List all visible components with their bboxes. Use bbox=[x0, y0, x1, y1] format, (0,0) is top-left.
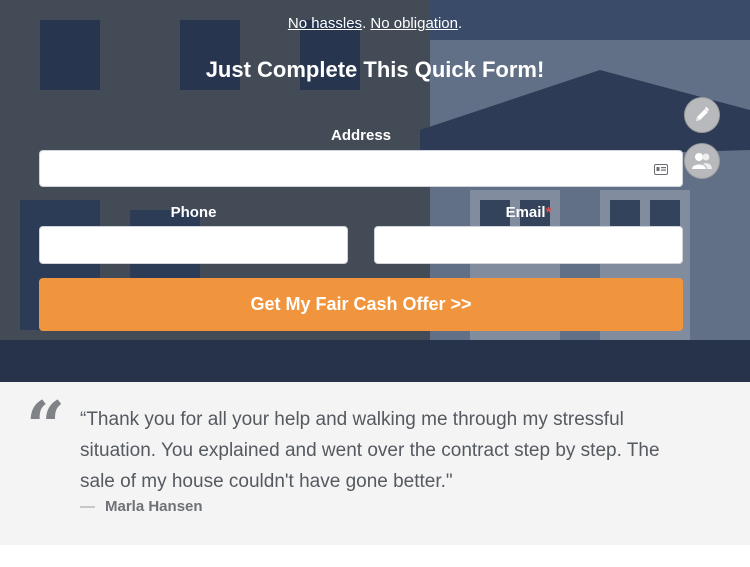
contact-card-icon[interactable] bbox=[654, 164, 668, 175]
email-label-text: Email bbox=[505, 204, 546, 221]
author-name: Marla Hansen bbox=[105, 498, 203, 515]
required-mark: * bbox=[545, 204, 552, 221]
phone-field-wrapper bbox=[39, 226, 348, 264]
address-label: Address bbox=[330, 127, 392, 144]
tagline-end: . bbox=[457, 15, 463, 32]
users-button[interactable] bbox=[684, 143, 720, 179]
no-obligation-link[interactable]: No obligation bbox=[370, 15, 458, 32]
phone-label: Phone bbox=[170, 204, 217, 221]
get-cash-offer-button[interactable]: Get My Fair Cash Offer >> bbox=[39, 278, 683, 331]
email-input[interactable] bbox=[375, 227, 682, 263]
users-icon bbox=[692, 153, 712, 169]
email-field-wrapper bbox=[374, 226, 683, 264]
quote-mark-icon: “ bbox=[26, 387, 66, 467]
phone-input[interactable] bbox=[40, 227, 347, 263]
email-label: Email* bbox=[374, 204, 683, 221]
testimonial-text: “Thank you for all your help and walking… bbox=[80, 409, 660, 492]
edit-button[interactable] bbox=[684, 97, 720, 133]
testimonial-author: — Marla Hansen bbox=[80, 498, 203, 515]
address-field-wrapper bbox=[39, 150, 683, 187]
address-input[interactable] bbox=[40, 151, 682, 186]
pencil-icon bbox=[696, 106, 710, 121]
author-dash: — bbox=[80, 498, 95, 515]
no-hassles-link[interactable]: No hassles bbox=[288, 15, 362, 32]
form-title: Just Complete This Quick Form! bbox=[205, 57, 545, 82]
tagline: No hassles. No obligation. bbox=[0, 15, 750, 32]
